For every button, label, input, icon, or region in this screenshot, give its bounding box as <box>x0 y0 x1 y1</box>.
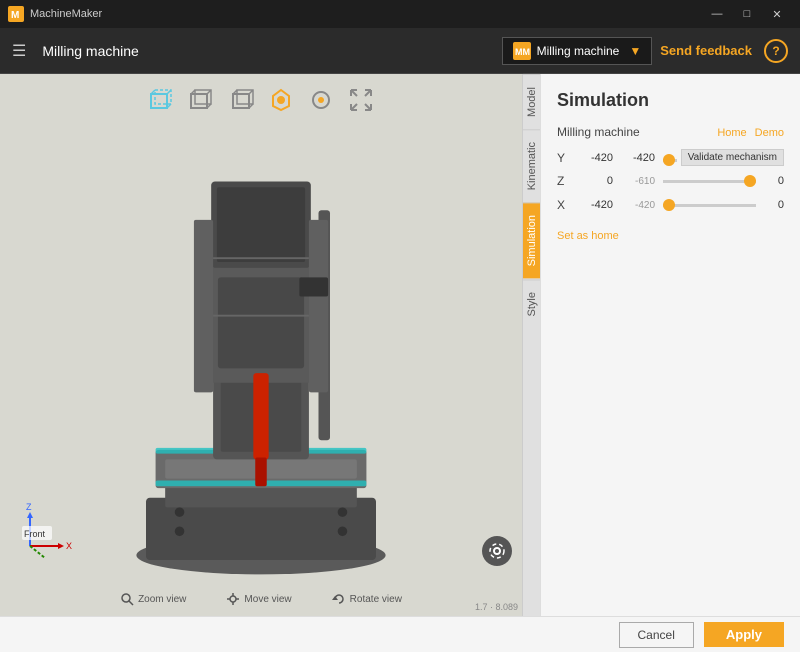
view-side-button[interactable] <box>225 84 257 116</box>
rotate-view-label: Rotate view <box>332 592 402 606</box>
y-value: -420 <box>575 152 613 164</box>
right-panel: Simulation Milling machine Home Demo Y -… <box>540 74 800 616</box>
machine-icon: MM <box>513 42 531 60</box>
viewport-bottom-bar: Zoom view Move view Rotate view <box>0 592 522 606</box>
tab-simulation[interactable]: Simulation <box>523 202 540 278</box>
z-row: Z 0 -610 0 <box>557 174 784 188</box>
move-view-label: Move view <box>226 592 291 606</box>
orientation-cube: Z X Front <box>20 496 90 566</box>
tab-style[interactable]: Style <box>523 279 540 328</box>
view-front-button[interactable] <box>145 84 177 116</box>
panel-title: Simulation <box>557 90 784 111</box>
apply-button[interactable]: Apply <box>704 622 784 647</box>
app-title: MachineMaker <box>30 8 702 20</box>
maximize-button[interactable]: □ <box>732 0 762 28</box>
machine-selector-label: Milling machine <box>537 44 620 58</box>
svg-text:M: M <box>11 10 19 21</box>
dropdown-arrow-icon: ▼ <box>629 44 641 58</box>
window-controls: — □ ✕ <box>702 0 792 28</box>
version-label: 1.7 · 8.089 <box>475 602 518 612</box>
minimize-button[interactable]: — <box>702 0 732 28</box>
viewport-toolbar <box>145 84 377 116</box>
y-min: -420 <box>617 152 655 164</box>
help-button[interactable]: ? <box>764 39 788 63</box>
menu-icon[interactable]: ☰ <box>12 41 26 61</box>
tab-kinematic[interactable]: Kinematic <box>523 129 540 202</box>
validate-mechanism-button[interactable]: Validate mechanism <box>681 149 784 166</box>
titlebar: M MachineMaker — □ ✕ <box>0 0 800 28</box>
svg-text:Z: Z <box>26 502 32 512</box>
cancel-button[interactable]: Cancel <box>619 622 694 648</box>
z-end: 0 <box>764 175 784 187</box>
z-label: Z <box>557 174 571 188</box>
app-icon: M <box>8 6 24 22</box>
svg-text:MM: MM <box>515 47 530 57</box>
home-link[interactable]: Home <box>717 127 746 139</box>
x-min: -420 <box>617 200 655 211</box>
z-value: 0 <box>575 175 613 187</box>
viewport: Z X Front Zoom view <box>0 74 522 616</box>
demo-link[interactable]: Demo <box>755 127 784 139</box>
x-label: X <box>557 198 571 212</box>
z-slider[interactable] <box>663 180 756 183</box>
right-tabs: Model Kinematic Simulation Style <box>522 74 540 616</box>
view-section-button[interactable] <box>305 84 337 116</box>
close-button[interactable]: ✕ <box>762 0 792 28</box>
z-min: -610 <box>617 176 655 187</box>
view-explode-button[interactable] <box>265 84 297 116</box>
viewport-settings-button[interactable] <box>482 536 512 566</box>
view-expand-button[interactable] <box>345 84 377 116</box>
main-layout: Z X Front Zoom view <box>0 74 800 616</box>
x-slider-container <box>663 204 756 207</box>
svg-text:X: X <box>66 541 72 551</box>
zoom-view-label: Zoom view <box>120 592 186 606</box>
view-iso-button[interactable] <box>185 84 217 116</box>
x-row: X -420 -420 0 <box>557 198 784 212</box>
home-demo-links: Home Demo <box>717 127 784 139</box>
y-slider[interactable] <box>663 159 677 162</box>
tab-model[interactable]: Model <box>523 74 540 129</box>
x-slider[interactable] <box>663 204 756 207</box>
panel-subtitle: Milling machine <box>557 125 640 139</box>
x-value: -420 <box>575 199 613 211</box>
set-home-button[interactable]: Set as home <box>557 230 784 242</box>
z-slider-container <box>663 180 756 183</box>
machine-3d-view <box>101 124 421 584</box>
app-topbar-title: Milling machine <box>42 43 501 59</box>
topbar: ☰ Milling machine MM Milling machine ▼ S… <box>0 28 800 74</box>
machine-selector[interactable]: MM Milling machine ▼ <box>502 37 653 65</box>
svg-text:Front: Front <box>24 529 46 539</box>
send-feedback-button[interactable]: Send feedback <box>660 43 752 58</box>
x-end: 0 <box>764 199 784 211</box>
bottom-bar: Cancel Apply <box>0 616 800 652</box>
